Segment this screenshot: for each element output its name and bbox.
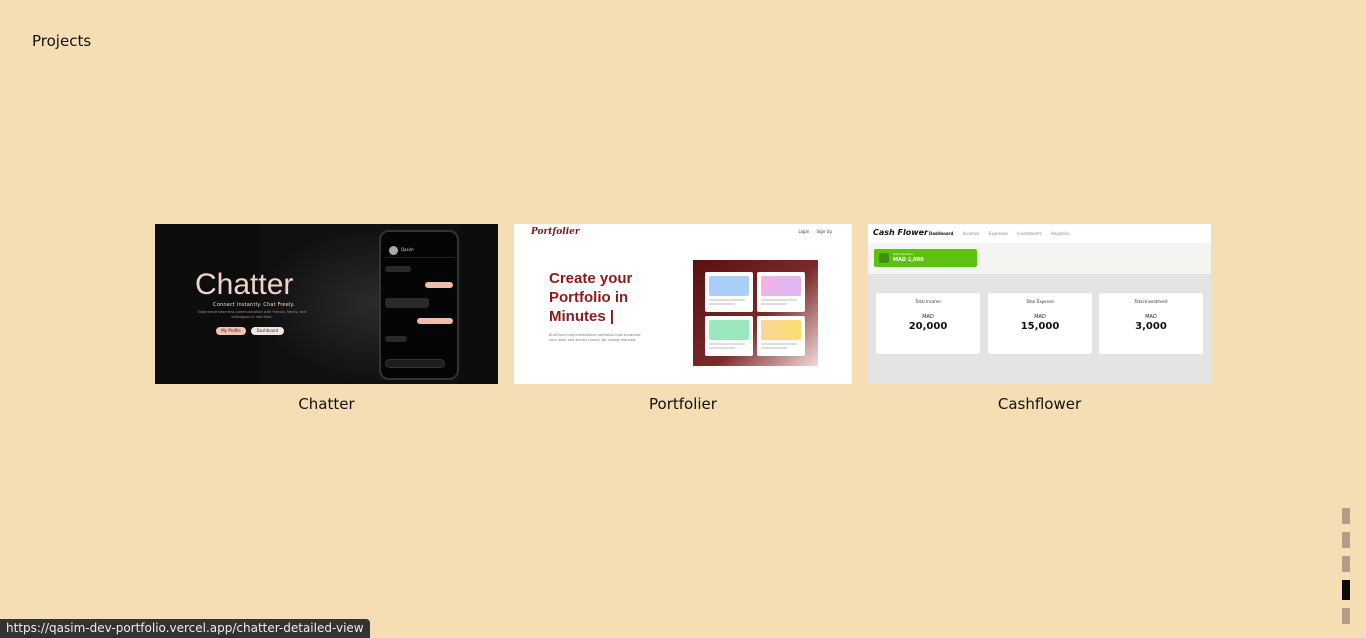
thumb-subtitle: Connect Instantly. Chat Freely.: [213, 302, 295, 308]
thumb-nav-login: Login: [798, 229, 810, 234]
stat-label: Total Income: [915, 299, 941, 304]
pager-dot[interactable]: [1342, 508, 1350, 524]
balance-label: Total Balance: [893, 252, 913, 256]
stat-amount: 15,000: [1020, 321, 1060, 332]
wallet-icon: [879, 253, 889, 263]
chat-bubble-sent: [417, 318, 453, 324]
thumb-nav-item: Incomes: [962, 231, 980, 236]
stat-currency: MAD: [1034, 314, 1046, 320]
thumb-nav-item: Expenses: [988, 231, 1008, 236]
thumb-title: Chatter: [195, 268, 294, 301]
pager-dot[interactable]: [1342, 532, 1350, 548]
pager-dot[interactable]: [1342, 608, 1350, 624]
project-caption[interactable]: Portfolier: [514, 395, 852, 413]
stat-amount: 20,000: [908, 321, 948, 332]
chat-input: [385, 359, 445, 368]
stat-card-expense: Total Expense MAD 15,000: [988, 293, 1092, 354]
balance-badge: Total Balance MAD 2,000: [874, 249, 977, 267]
section-pager: [1342, 508, 1350, 632]
thumb-nav-item: Analytics: [1051, 231, 1070, 236]
thumb-topbar: Cash Flower Dashboard Incomes Expenses I…: [868, 224, 1211, 243]
thumb-balance-band: Total Balance MAD 2,000: [868, 243, 1211, 274]
section-title: Projects: [32, 32, 92, 50]
avatar: [389, 246, 398, 255]
project-card-chatter[interactable]: Chatter Connect Instantly. Chat Freely. …: [155, 224, 498, 413]
link-status-bar: https://qasim-dev-portfolio.vercel.app/c…: [0, 619, 370, 638]
chat-bubble-received: [385, 298, 429, 308]
phone-mockup: Qasim: [379, 230, 459, 380]
thumb-profile-button: My Profile: [216, 327, 246, 335]
showcase-tile: [757, 316, 805, 356]
stat-card-investment: Total Investment MAD 3,000: [1099, 293, 1203, 354]
thumb-logo: Cash Flower: [873, 228, 928, 237]
showcase-tile: [705, 316, 753, 356]
stat-currency: MAD: [1145, 314, 1157, 320]
chat-bubble-received: [385, 266, 411, 272]
thumb-nav-item: Investments: [1017, 231, 1042, 236]
thumb-nav: Dashboard Incomes Expenses Investments A…: [929, 231, 1077, 236]
project-thumbnail[interactable]: Chatter Connect Instantly. Chat Freely. …: [155, 224, 498, 384]
thumb-headline: Create your Portfolio in Minutes |: [549, 270, 633, 325]
stat-label: Total Expense: [1026, 299, 1054, 304]
thumb-nav: Login Sign Up: [792, 229, 832, 234]
stat-currency: MAD: [922, 314, 934, 320]
project-thumbnail[interactable]: Portfolier Login Sign Up Create your Por…: [514, 224, 852, 384]
project-thumbnail[interactable]: Cash Flower Dashboard Incomes Expenses I…: [868, 224, 1211, 384]
project-caption[interactable]: Chatter: [155, 395, 498, 413]
thumb-description: Build stunning professional portfolios t…: [549, 333, 641, 342]
thumb-showcase: [693, 260, 818, 366]
chat-contact-name: Qasim: [401, 247, 414, 252]
chat-header: Qasim: [385, 244, 455, 258]
chat-bubble-received: [385, 336, 407, 342]
pager-dot-active[interactable]: [1342, 580, 1350, 600]
thumb-nav-item: Dashboard: [929, 231, 954, 236]
showcase-tile: [757, 272, 805, 312]
project-card-portfolier[interactable]: Portfolier Login Sign Up Create your Por…: [514, 224, 852, 413]
thumb-nav-signup: Sign Up: [816, 229, 832, 234]
chat-bubble-sent: [425, 282, 453, 288]
thumb-description: Experience seamless communication with f…: [197, 310, 307, 319]
showcase-tile: [705, 272, 753, 312]
balance-value: MAD 2,000: [893, 257, 924, 263]
stat-label: Total Investment: [1134, 299, 1168, 304]
project-caption[interactable]: Cashflower: [868, 395, 1211, 413]
pager-dot[interactable]: [1342, 556, 1350, 572]
project-card-cashflower[interactable]: Cash Flower Dashboard Incomes Expenses I…: [868, 224, 1211, 413]
stat-amount: 3,000: [1135, 321, 1167, 332]
thumb-logo: Portfolier: [531, 227, 580, 237]
stat-card-income: Total Income MAD 20,000: [876, 293, 980, 354]
thumb-dashboard-button: Dashboard: [251, 327, 284, 335]
